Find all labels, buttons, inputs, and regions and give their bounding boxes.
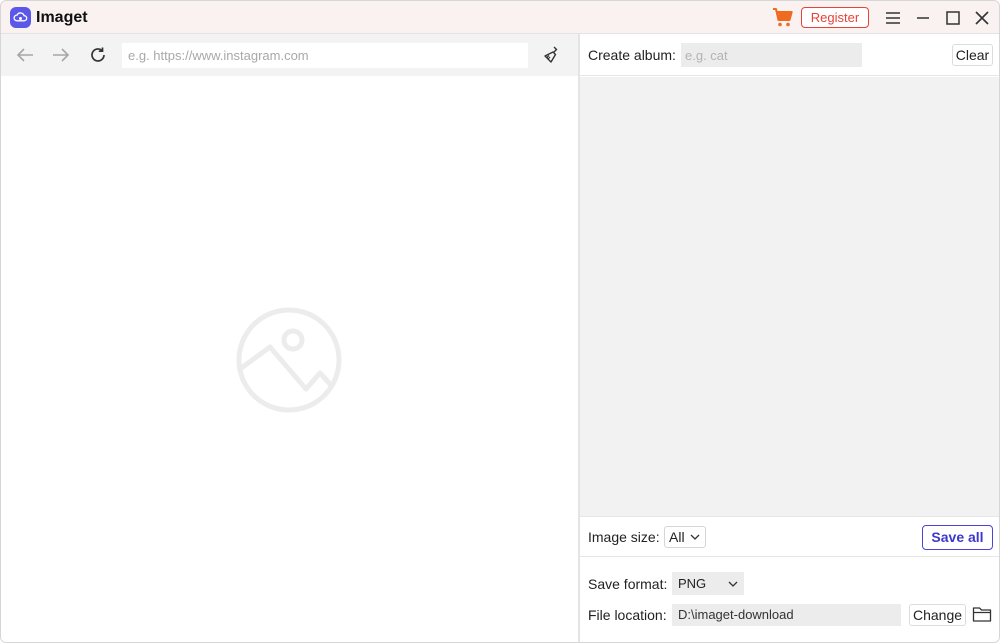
cart-icon[interactable] — [772, 7, 794, 28]
album-row: Create album: Clear — [580, 34, 999, 76]
save-format-select[interactable]: PNG — [672, 572, 744, 595]
file-location-field: D:\imaget-download — [672, 604, 901, 626]
change-location-button[interactable]: Change — [909, 604, 966, 626]
imaget-logo-icon — [10, 7, 31, 28]
reload-icon[interactable] — [87, 44, 109, 66]
folder-icon[interactable] — [972, 605, 992, 623]
save-all-button[interactable]: Save all — [922, 525, 993, 550]
app-window: Imaget Register e.g. https://www.instagr… — [0, 0, 1000, 643]
back-arrow-icon[interactable] — [14, 44, 36, 66]
url-input[interactable] — [122, 43, 528, 68]
app-title: Imaget — [36, 9, 88, 26]
forward-arrow-icon[interactable] — [50, 44, 72, 66]
image-size-row: Image size: All Save all — [580, 516, 999, 557]
image-size-value: All — [669, 529, 685, 545]
minimize-icon[interactable] — [912, 7, 934, 29]
save-format-value: PNG — [678, 576, 707, 591]
image-size-select[interactable]: All — [664, 526, 706, 548]
create-album-label: Create album: — [588, 47, 676, 63]
browser-nav-bar — [1, 34, 578, 76]
image-placeholder-icon — [236, 307, 342, 413]
album-name-input[interactable] — [681, 43, 862, 67]
title-bar: Imaget Register — [1, 1, 999, 34]
download-pane: Create album: Clear Image size: All Save… — [580, 34, 999, 642]
maximize-icon[interactable] — [942, 7, 964, 29]
hamburger-menu-icon[interactable] — [882, 7, 904, 29]
image-size-label: Image size: — [588, 529, 660, 545]
register-button[interactable]: Register — [801, 7, 869, 28]
clear-button[interactable]: Clear — [952, 44, 993, 66]
browser-pane — [1, 34, 578, 642]
chevron-down-icon — [728, 581, 738, 587]
image-gallery — [580, 77, 999, 516]
clear-broom-icon[interactable] — [541, 44, 563, 66]
close-icon[interactable] — [971, 7, 993, 29]
chevron-down-icon — [690, 534, 700, 540]
save-format-label: Save format: — [588, 576, 668, 592]
file-location-label: File location: — [588, 607, 667, 623]
